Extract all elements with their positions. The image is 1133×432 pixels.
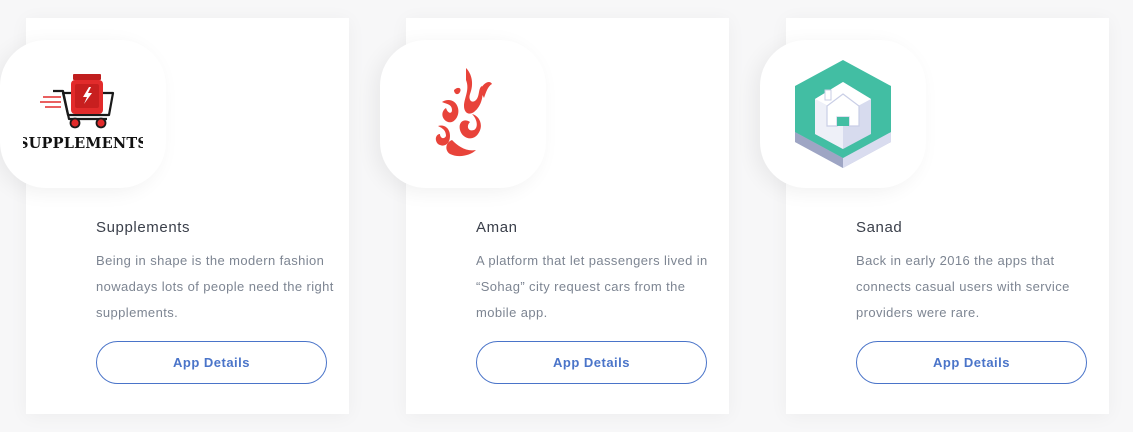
app-details-button[interactable]: App Details [476, 341, 707, 384]
card-title: Aman [476, 219, 518, 236]
card-description: Being in shape is the modern fashion now… [96, 253, 334, 320]
aman-calligraphy-logo-icon [435, 68, 492, 157]
app-logo-container [760, 40, 926, 188]
sanad-hexagon-house-logo-icon [795, 60, 891, 168]
supplements-logo-text: SUPPLEMENTS [23, 135, 143, 152]
card-description: Back in early 2016 the apps that connect… [856, 253, 1070, 320]
card-title: Supplements [96, 219, 191, 236]
app-card-sanad: Sanad Back in early 2016 the apps that c… [760, 18, 1109, 414]
card-title: Sanad [856, 219, 903, 236]
app-logo-container [380, 40, 546, 188]
supplements-logo-icon: SUPPLEMENTS [23, 74, 143, 152]
card-description: A platform that let passengers lived in … [476, 253, 708, 320]
app-details-button[interactable]: App Details [856, 341, 1087, 384]
app-card-supplements: SUPPLEMENTS Supplements Being in shape i… [0, 18, 349, 414]
app-logo-container: SUPPLEMENTS [0, 40, 166, 188]
app-card-aman: Aman A platform that let passengers live… [380, 18, 729, 414]
app-details-button[interactable]: App Details [96, 341, 327, 384]
